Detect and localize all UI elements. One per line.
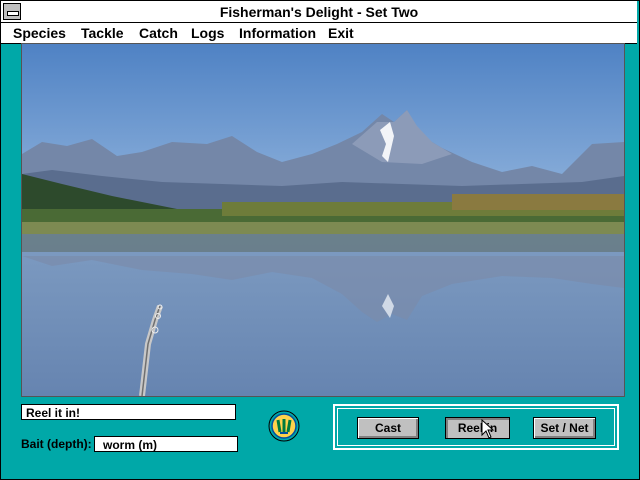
lake-scene: [21, 43, 625, 397]
title-bar: Fisherman's Delight - Set Two: [1, 1, 637, 23]
window-title: Fisherman's Delight - Set Two: [219, 4, 419, 20]
status-message: Reel it in!: [21, 404, 236, 420]
bait-label: Bait (depth):: [21, 437, 92, 451]
cast-button[interactable]: Cast: [357, 417, 419, 439]
set-net-button[interactable]: Set / Net: [533, 417, 596, 439]
menu-bar: Species Tackle Catch Logs Information Ex…: [1, 23, 637, 44]
menu-information[interactable]: Information: [239, 25, 316, 41]
menu-catch[interactable]: Catch: [139, 25, 178, 41]
menu-exit[interactable]: Exit: [328, 25, 354, 41]
bait-field: worm (m): [94, 436, 238, 452]
arrow-cursor-icon: [481, 418, 495, 439]
reel-in-button[interactable]: Reel in: [445, 417, 510, 439]
fish-emblem-icon: [268, 410, 300, 442]
menu-logs[interactable]: Logs: [191, 25, 224, 41]
menu-tackle[interactable]: Tackle: [81, 25, 124, 41]
menu-species[interactable]: Species: [13, 25, 66, 41]
